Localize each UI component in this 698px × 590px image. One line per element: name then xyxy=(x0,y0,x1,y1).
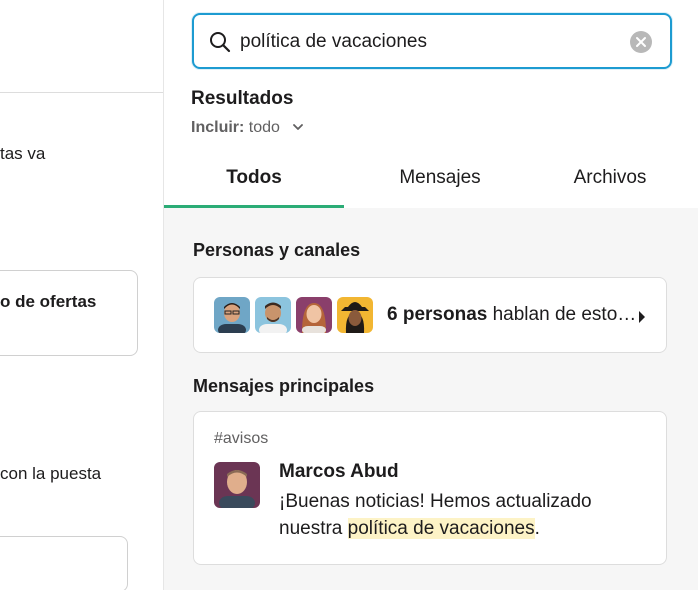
message-text: ¡Buenas noticias! Hemos actualizado nues… xyxy=(279,488,649,542)
clear-search-icon[interactable] xyxy=(630,31,652,53)
background-divider xyxy=(0,92,163,93)
include-filter[interactable]: Incluir: todo xyxy=(191,119,304,137)
avatar xyxy=(337,297,373,333)
search-icon xyxy=(208,30,232,54)
include-value: todo xyxy=(248,119,280,137)
avatar xyxy=(255,297,291,333)
channel-name: #avisos xyxy=(214,430,269,447)
active-tab-indicator xyxy=(164,205,344,208)
search-panel: Resultados Incluir: todo Todos Mensajes … xyxy=(163,0,698,590)
result-tabs: Todos Mensajes Archivos xyxy=(164,158,698,208)
tab-todos[interactable]: Todos xyxy=(164,158,344,208)
background-card xyxy=(0,270,138,356)
message-text-end: . xyxy=(534,518,540,539)
avatar xyxy=(296,297,332,333)
search-input[interactable] xyxy=(240,29,620,55)
background-text-2: con la puesta xyxy=(0,464,102,483)
people-count: 6 personas xyxy=(387,304,488,325)
include-label: Incluir: xyxy=(191,119,245,137)
people-card[interactable]: 6 personas hablan de esto… xyxy=(193,277,667,353)
background-input xyxy=(0,536,128,590)
results-heading: Resultados xyxy=(191,88,294,109)
message-author: Marcos Abud xyxy=(279,461,399,482)
background-card-text: o de ofertas xyxy=(0,292,97,311)
tab-mensajes[interactable]: Mensajes xyxy=(350,158,530,208)
messages-section-title: Mensajes principales xyxy=(193,376,375,396)
tab-archivos[interactable]: Archivos xyxy=(520,158,698,208)
caret-right-icon xyxy=(638,310,646,328)
search-box[interactable] xyxy=(192,13,672,69)
avatar xyxy=(214,462,260,508)
avatar xyxy=(214,297,250,333)
people-summary-text: hablan de esto… xyxy=(492,304,637,325)
search-header: Resultados Incluir: todo Todos Mensajes … xyxy=(164,0,698,208)
message-result[interactable]: #avisos Marcos Abud ¡Buenas noticias! He… xyxy=(193,411,667,565)
chevron-down-icon xyxy=(292,119,304,137)
background-text-1: tas va xyxy=(0,144,46,163)
search-match-highlight: política de vacaciones xyxy=(347,518,535,539)
people-summary: 6 personas hablan de esto… xyxy=(387,304,636,326)
people-section-title: Personas y canales xyxy=(193,240,361,260)
background-view: tas va o de ofertas con la puesta xyxy=(0,0,163,590)
